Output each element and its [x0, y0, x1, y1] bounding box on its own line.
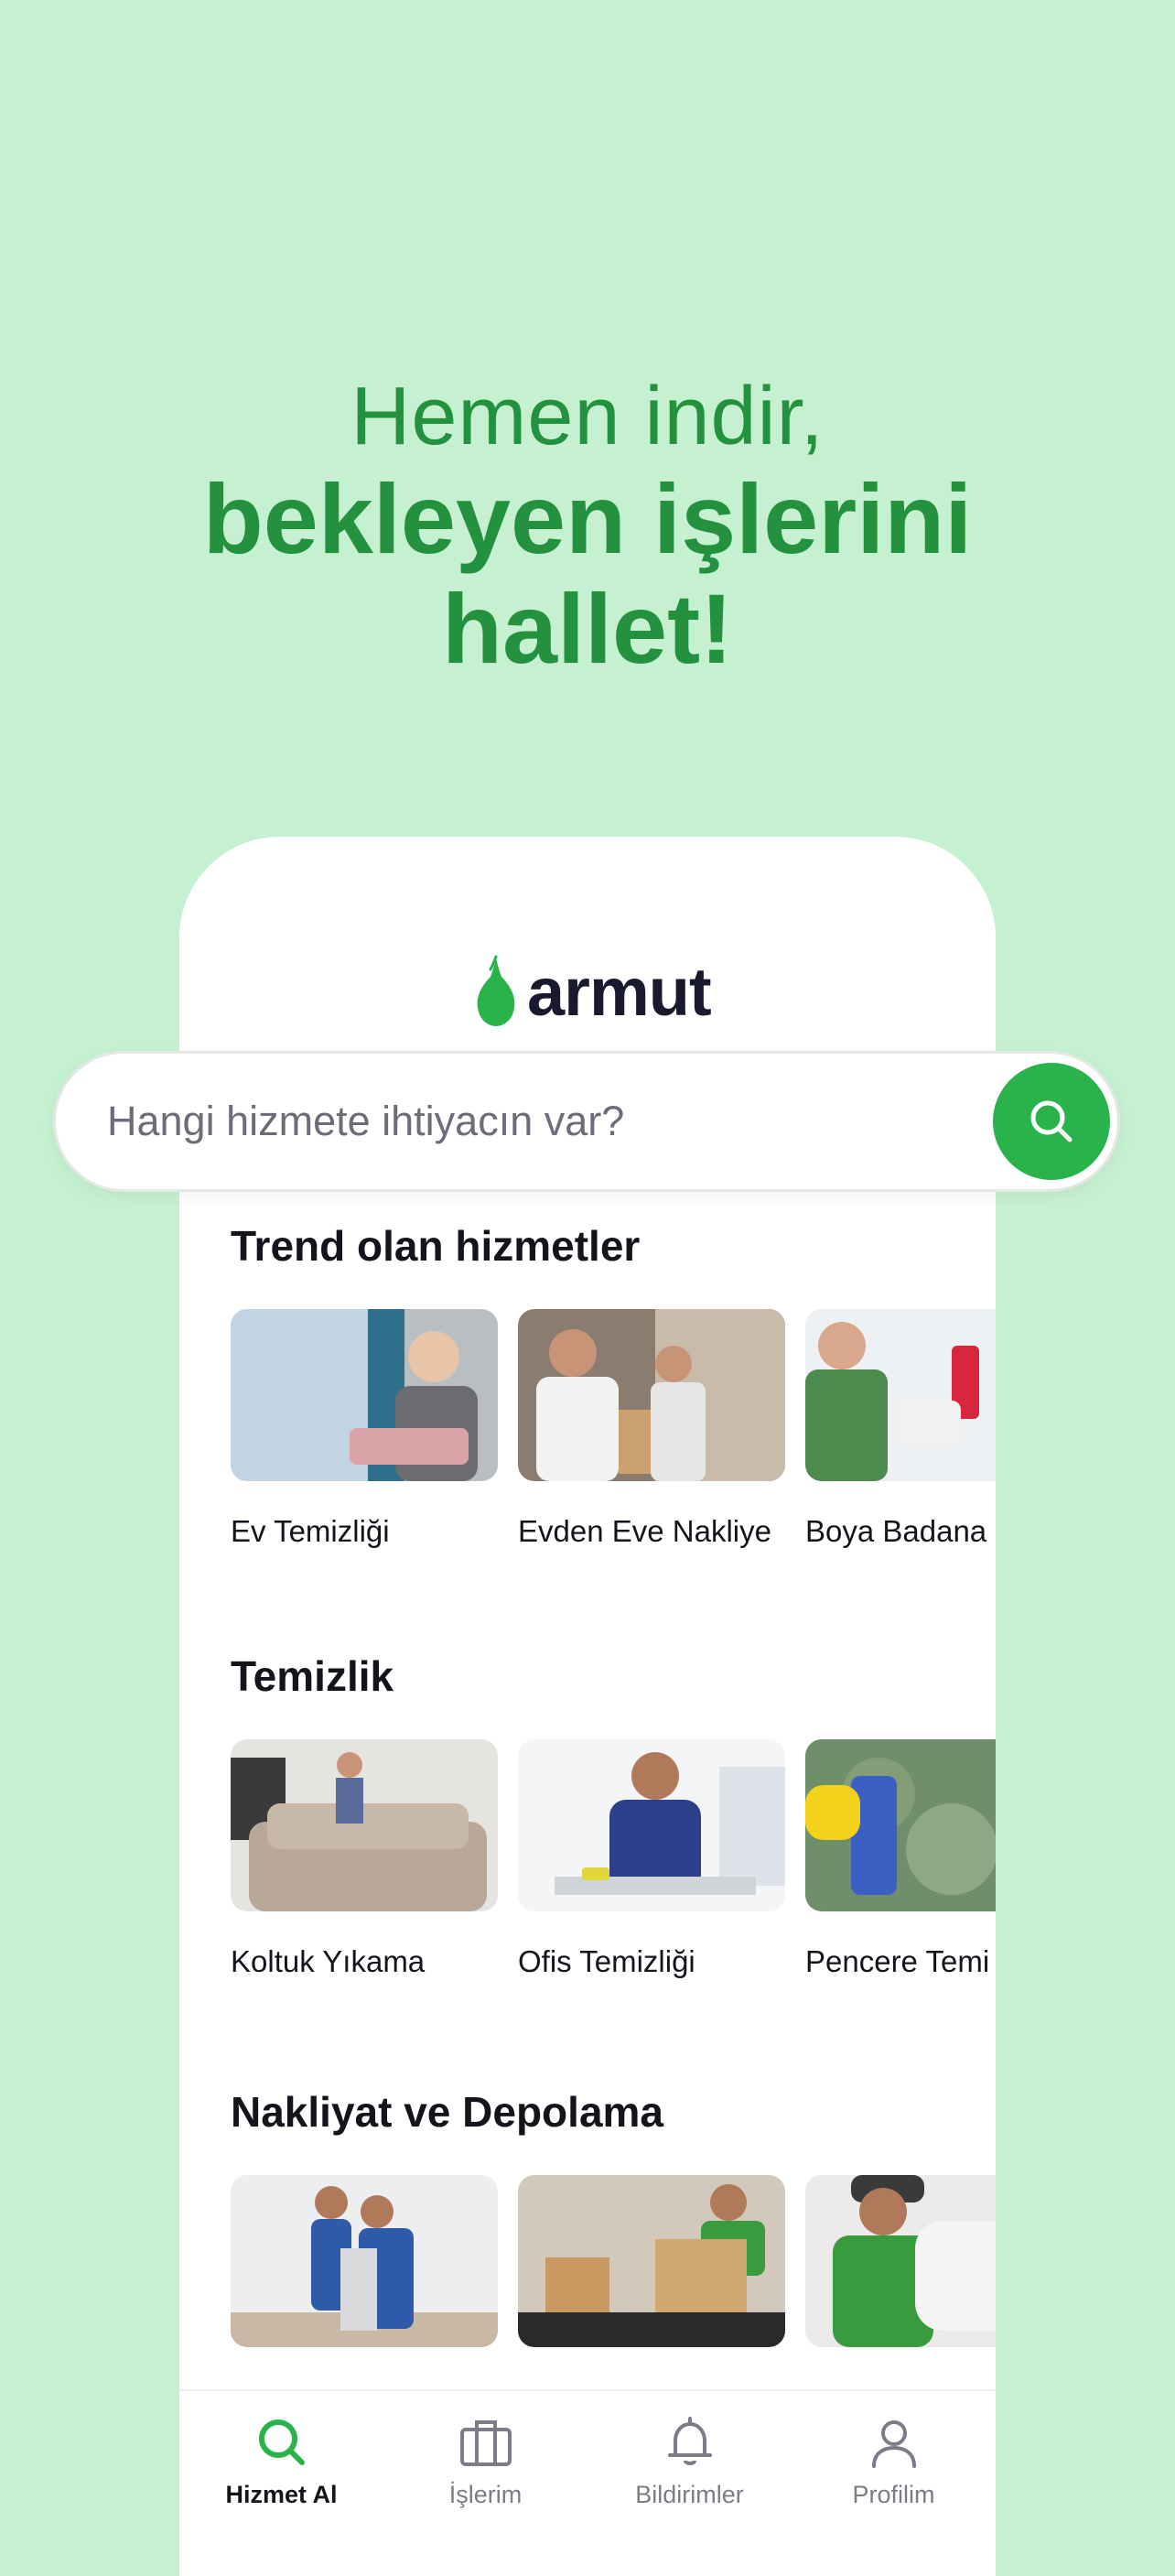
- headline-line-1: Hemen indir,: [350, 371, 825, 462]
- search-icon: [1030, 1100, 1073, 1142]
- tab-bildirimler[interactable]: Bildirimler: [588, 2413, 792, 2509]
- service-card-nakliyat-2[interactable]: [518, 2175, 785, 2380]
- card-row: Ev Temizliği Evden Eve Nakliye Boya Bada…: [231, 1309, 996, 1549]
- service-card-nakliyat-3[interactable]: [805, 2175, 996, 2380]
- tab-label: İşlerim: [448, 2481, 523, 2508]
- service-photo: [231, 1739, 498, 1911]
- service-photo: [805, 2175, 996, 2347]
- section-nakliyat: Nakliyat ve Depolama: [231, 2087, 996, 2347]
- service-label: Pencere Temi: [805, 1944, 990, 1978]
- search-icon: [258, 2419, 305, 2465]
- bell-icon: [667, 2417, 712, 2465]
- service-card-koltuk-yikama[interactable]: Koltuk Yıkama: [231, 1739, 498, 1979]
- search-button[interactable]: [993, 1063, 1110, 1180]
- search-bar[interactable]: Hangi hizmete ihtiyacın var?: [53, 1051, 1120, 1192]
- card-row: [231, 2175, 996, 2380]
- briefcase-icon: [459, 2420, 512, 2466]
- bottom-tab-bar: Hizmet Al İşlerim Bildirimler Profilim: [179, 2389, 996, 2576]
- service-photo: [518, 2175, 785, 2347]
- section-title: Nakliyat ve Depolama: [231, 2088, 664, 2136]
- tab-label: Hizmet Al: [225, 2481, 338, 2508]
- service-label: Koltuk Yıkama: [231, 1944, 426, 1978]
- headline-line-2: bekleyen işlerini: [202, 463, 973, 574]
- service-label: Boya Badana: [805, 1514, 987, 1548]
- service-card-evden-eve-nakliye[interactable]: Evden Eve Nakliye: [518, 1309, 785, 1549]
- service-card-pencere-temizligi[interactable]: Pencere Temi: [805, 1739, 996, 1979]
- service-card-ev-temizligi[interactable]: Ev Temizliği: [231, 1309, 498, 1549]
- service-photo: [231, 2175, 498, 2347]
- app-logo: armut: [474, 950, 712, 1033]
- card-row: Koltuk Yıkama Ofis Temizliği Pencere Tem…: [231, 1739, 996, 1979]
- section-title: Temizlik: [231, 1652, 394, 1700]
- search-input[interactable]: Hangi hizmete ihtiyacın var?: [107, 1054, 624, 1189]
- section-trending: Trend olan hizmetler Ev Temizliği Evden …: [231, 1221, 996, 1548]
- service-card-boya-badana[interactable]: Boya Badana: [805, 1309, 996, 1549]
- service-label: Ofis Temizliği: [518, 1944, 695, 1978]
- service-photo: [805, 1739, 996, 1911]
- service-photo: [518, 1739, 785, 1911]
- service-card-ofis-temizligi[interactable]: Ofis Temizliği: [518, 1739, 785, 1979]
- service-label: Ev Temizliği: [231, 1514, 390, 1548]
- headline-line-3: hallet!: [441, 573, 734, 684]
- service-photo: [518, 1309, 785, 1481]
- logo-wordmark: armut: [527, 953, 712, 1030]
- service-card-nakliyat-1[interactable]: [231, 2175, 498, 2380]
- tab-profilim[interactable]: Profilim: [792, 2413, 996, 2509]
- tab-label: Profilim: [852, 2481, 935, 2508]
- tab-hizmet-al[interactable]: Hizmet Al: [179, 2413, 383, 2509]
- promo-headline: Hemen indir, bekleyen işlerini hallet!: [0, 371, 1175, 684]
- pear-icon: [477, 955, 515, 1026]
- tab-label: Bildirimler: [635, 2481, 744, 2508]
- service-label: Evden Eve Nakliye: [518, 1514, 771, 1548]
- section-title: Trend olan hizmetler: [231, 1222, 641, 1270]
- section-temizlik: Temizlik Koltuk Yıkama Ofis Temizliği Pe…: [231, 1651, 996, 1978]
- service-photo: [231, 1309, 498, 1481]
- tab-islerim[interactable]: İşlerim: [383, 2413, 588, 2509]
- user-icon: [871, 2420, 916, 2468]
- service-photo: [805, 1309, 996, 1481]
